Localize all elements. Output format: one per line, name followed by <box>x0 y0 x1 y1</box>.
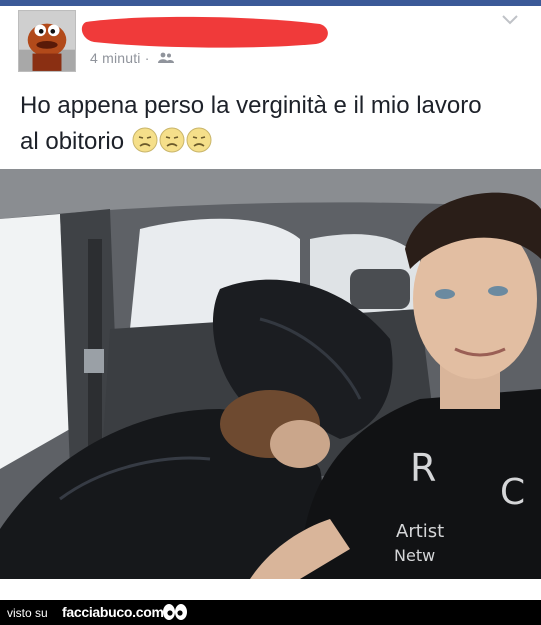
car-selfie-image: R C Artist Netw <box>0 169 541 579</box>
sad-face-emoji <box>186 127 212 153</box>
avatar[interactable] <box>18 10 76 72</box>
svg-text:R: R <box>410 446 436 490</box>
meta-separator: · <box>144 50 150 66</box>
friends-icon <box>157 50 174 66</box>
redacted-username <box>81 16 328 48</box>
sad-face-emoji <box>159 127 185 153</box>
chevron-down-icon[interactable] <box>501 14 519 26</box>
post-status-text: Ho appena perso la verginità e il mio la… <box>20 88 490 160</box>
puppet-avatar-image <box>19 11 75 71</box>
svg-text:Artist: Artist <box>396 521 444 542</box>
post-meta: 4 minuti · <box>90 50 174 66</box>
footer-site-link[interactable]: facciabuco.com <box>62 604 164 620</box>
post-timestamp[interactable]: 4 minuti <box>90 50 141 66</box>
svg-text:C: C <box>500 472 525 513</box>
post-photo[interactable]: R C Artist Netw <box>0 169 541 579</box>
footer-prefix: visto su <box>7 606 48 620</box>
watermark-footer: visto su facciabuco.com <box>0 600 541 625</box>
facebook-post: 4 minuti · Ho appena perso la verginità … <box>0 6 541 600</box>
sad-face-emoji <box>132 127 158 153</box>
eyes-icon <box>163 604 187 620</box>
status-text: Ho appena perso la verginità e il mio la… <box>20 92 482 155</box>
svg-text:Netw: Netw <box>394 546 435 565</box>
